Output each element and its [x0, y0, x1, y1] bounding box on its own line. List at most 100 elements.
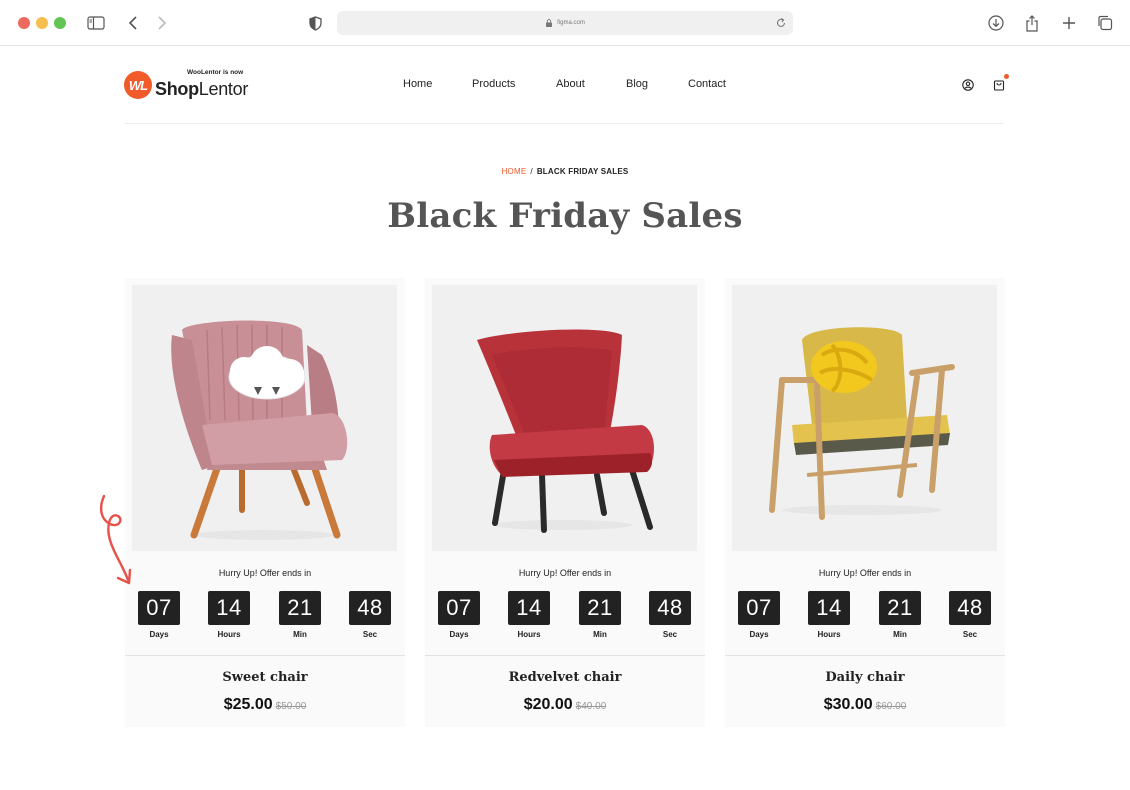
- breadcrumb-current: BLACK FRIDAY SALES: [536, 167, 629, 176]
- countdown-min-label: Min: [293, 630, 307, 639]
- countdown-days-label: Days: [149, 630, 169, 639]
- countdown-days: 07 Days: [138, 591, 180, 639]
- countdown-hours-label: Hours: [817, 630, 841, 639]
- countdown-days-label: Days: [449, 630, 469, 639]
- close-window-button[interactable]: [18, 17, 30, 29]
- countdown-hours-value: 14: [508, 591, 550, 625]
- original-price: $40.00: [575, 701, 607, 712]
- product-name[interactable]: Daily chair: [725, 670, 1005, 685]
- product-image[interactable]: [132, 285, 397, 551]
- back-icon[interactable]: [122, 12, 144, 34]
- offer-ends-label: Hurry Up! Offer ends in: [218, 568, 312, 578]
- countdown-sec-label: Sec: [362, 630, 378, 639]
- product-card[interactable]: Hurry Up! Offer ends in 07 Days 14 Hours 2…: [125, 278, 405, 727]
- nav-item-products[interactable]: Products: [472, 78, 515, 90]
- nav-item-home[interactable]: Home: [403, 78, 432, 90]
- product-card[interactable]: Hurry Up! Offer ends in 07 Days 14 Hours 2…: [425, 278, 705, 727]
- current-price: $30.00: [823, 696, 873, 713]
- url-text: figma.com: [557, 20, 585, 26]
- card-divider: [125, 655, 405, 656]
- red-velvet-chair-illustration: [477, 329, 654, 533]
- current-price: $20.00: [523, 696, 573, 713]
- account-icon[interactable]: [962, 78, 976, 92]
- countdown-sec-label: Sec: [962, 630, 978, 639]
- countdown-min: 21 Min: [279, 591, 321, 639]
- annotation-arrow-icon: [99, 494, 132, 585]
- countdown-min-value: 21: [279, 591, 321, 625]
- countdown-days-value: 07: [138, 591, 180, 625]
- countdown-sec: 48 Sec: [649, 591, 691, 639]
- cart-count-badge: [1004, 74, 1009, 79]
- countdown-min-value: 21: [879, 591, 921, 625]
- countdown-hours-value: 14: [808, 591, 850, 625]
- countdown-timer: 07 Days 14 Hours 21 Min 48 Sec: [438, 591, 692, 639]
- product-image[interactable]: [432, 285, 697, 551]
- nav-item-contact[interactable]: Contact: [688, 78, 726, 90]
- countdown-days-value: 07: [738, 591, 780, 625]
- yellow-armchair-illustration: [769, 327, 955, 520]
- breadcrumb-home[interactable]: HOME: [502, 167, 527, 176]
- reload-icon[interactable]: [775, 17, 787, 29]
- original-price: $60.00: [875, 701, 907, 712]
- browser-window: figma.com WL WooLentor is now ShopLentor…: [0, 0, 1130, 790]
- countdown-hours: 14 Hours: [208, 591, 250, 639]
- share-icon[interactable]: [1021, 12, 1043, 34]
- logo-tagline: WooLentor is now: [187, 69, 244, 76]
- header-divider: [124, 123, 1004, 124]
- countdown-sec-value: 48: [349, 591, 391, 625]
- main-nav: Home Products About Blog Contact: [0, 78, 1130, 94]
- countdown-min-label: Min: [893, 630, 907, 639]
- countdown-min: 21 Min: [879, 591, 921, 639]
- product-name[interactable]: Redvelvet chair: [425, 670, 705, 685]
- countdown-sec-label: Sec: [662, 630, 678, 639]
- product-image[interactable]: [732, 285, 997, 551]
- page-title: Black Friday Sales: [387, 196, 743, 236]
- countdown-days: 07 Days: [438, 591, 480, 639]
- forward-icon[interactable]: [151, 12, 173, 34]
- countdown-min: 21 Min: [579, 591, 621, 639]
- breadcrumb-separator: /: [530, 167, 533, 176]
- countdown-days: 07 Days: [738, 591, 780, 639]
- countdown-sec: 48 Sec: [349, 591, 391, 639]
- countdown-min-value: 21: [579, 591, 621, 625]
- product-price: $25.00 $50.00: [125, 696, 405, 714]
- card-divider: [725, 655, 1005, 656]
- offer-ends-label: Hurry Up! Offer ends in: [818, 568, 912, 578]
- countdown-hours: 14 Hours: [508, 591, 550, 639]
- countdown-min-label: Min: [593, 630, 607, 639]
- privacy-shield-icon[interactable]: [304, 12, 326, 34]
- tab-overview-icon[interactable]: [1094, 12, 1116, 34]
- breadcrumb: HOME / BLACK FRIDAY SALES: [0, 167, 1130, 176]
- current-price: $25.00: [223, 696, 273, 713]
- new-tab-icon[interactable]: [1058, 12, 1080, 34]
- countdown-hours: 14 Hours: [808, 591, 850, 639]
- address-bar[interactable]: figma.com: [337, 11, 793, 35]
- nav-item-about[interactable]: About: [556, 78, 585, 90]
- nav-item-blog[interactable]: Blog: [626, 78, 648, 90]
- offer-ends-label: Hurry Up! Offer ends in: [518, 568, 612, 578]
- countdown-sec: 48 Sec: [949, 591, 991, 639]
- countdown-days-label: Days: [749, 630, 769, 639]
- sidebar-toggle-icon[interactable]: [85, 12, 107, 34]
- lock-icon: [546, 19, 553, 27]
- product-name[interactable]: Sweet chair: [125, 670, 405, 685]
- countdown-hours-value: 14: [208, 591, 250, 625]
- countdown-hours-label: Hours: [217, 630, 241, 639]
- browser-toolbar: figma.com: [0, 0, 1130, 46]
- countdown-days-value: 07: [438, 591, 480, 625]
- countdown-hours-label: Hours: [517, 630, 541, 639]
- minimize-window-button[interactable]: [36, 17, 48, 29]
- countdown-timer: 07 Days 14 Hours 21 Min 48 Sec: [138, 591, 392, 639]
- product-price: $30.00 $60.00: [725, 696, 1005, 714]
- card-divider: [425, 655, 705, 656]
- product-card[interactable]: Hurry Up! Offer ends in 07 Days 14 Hours 2…: [725, 278, 1005, 727]
- zoom-window-button[interactable]: [54, 17, 66, 29]
- cart-icon[interactable]: [993, 74, 1009, 92]
- downloads-icon[interactable]: [985, 12, 1007, 34]
- pink-chair-illustration: [171, 320, 348, 540]
- product-price: $20.00 $40.00: [425, 696, 705, 714]
- countdown-sec-value: 48: [649, 591, 691, 625]
- countdown-timer: 07 Days 14 Hours 21 Min 48 Sec: [738, 591, 992, 639]
- original-price: $50.00: [275, 701, 307, 712]
- countdown-sec-value: 48: [949, 591, 991, 625]
